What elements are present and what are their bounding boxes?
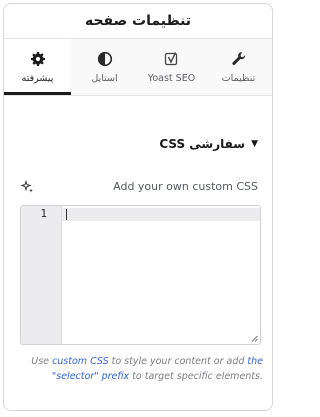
tab-yoast-seo[interactable]: Yoast SEO — [138, 39, 205, 95]
custom-css-link[interactable]: custom CSS — [52, 356, 109, 367]
caret-down-icon: ▼ — [251, 139, 258, 149]
page-settings-panel: تنظیمات صفحه تنظیمات Yoast SEO استایل پی… — [3, 3, 273, 411]
active-line-highlight — [62, 208, 260, 221]
tab-settings[interactable]: تنظیمات — [205, 39, 272, 95]
custom-css-section-toggle[interactable]: ▼ CSS سفارشی — [159, 137, 258, 151]
help-prefix: Use — [31, 356, 53, 367]
tab-yoast-seo-label: Yoast SEO — [147, 72, 196, 84]
settings-tabs: تنظیمات Yoast SEO استایل پیشرفته — [4, 39, 272, 96]
tab-advanced[interactable]: پیشرفته — [4, 39, 71, 95]
custom-css-label: Add your own custom CSS — [113, 180, 258, 193]
text-cursor — [66, 209, 67, 220]
panel-title: تنظیمات صفحه — [84, 13, 192, 29]
half-circle-contrast-icon — [97, 51, 112, 66]
sparkle-icon[interactable] — [20, 180, 34, 194]
help-suffix: to target specific elements. — [129, 371, 263, 382]
line-number-gutter: 1 — [21, 206, 62, 344]
wrench-icon — [231, 51, 245, 65]
section-title: CSS سفارشی — [159, 137, 246, 151]
line-number: 1 — [40, 207, 47, 220]
tab-advanced-label: پیشرفته — [21, 72, 54, 84]
help-text: Use custom CSS to style your content or … — [20, 354, 263, 384]
resize-handle-icon[interactable] — [251, 335, 258, 342]
tab-style[interactable]: استایل — [71, 39, 138, 95]
custom-css-editor[interactable]: 1 — [20, 205, 261, 345]
help-middle: to style your content or add — [108, 356, 248, 367]
tab-settings-label: تنظیمات — [221, 72, 256, 84]
tab-style-label: استایل — [91, 72, 118, 84]
yoast-logo-icon — [164, 51, 177, 65]
gear-icon — [30, 51, 45, 66]
panel-header: تنظیمات صفحه — [4, 4, 272, 39]
